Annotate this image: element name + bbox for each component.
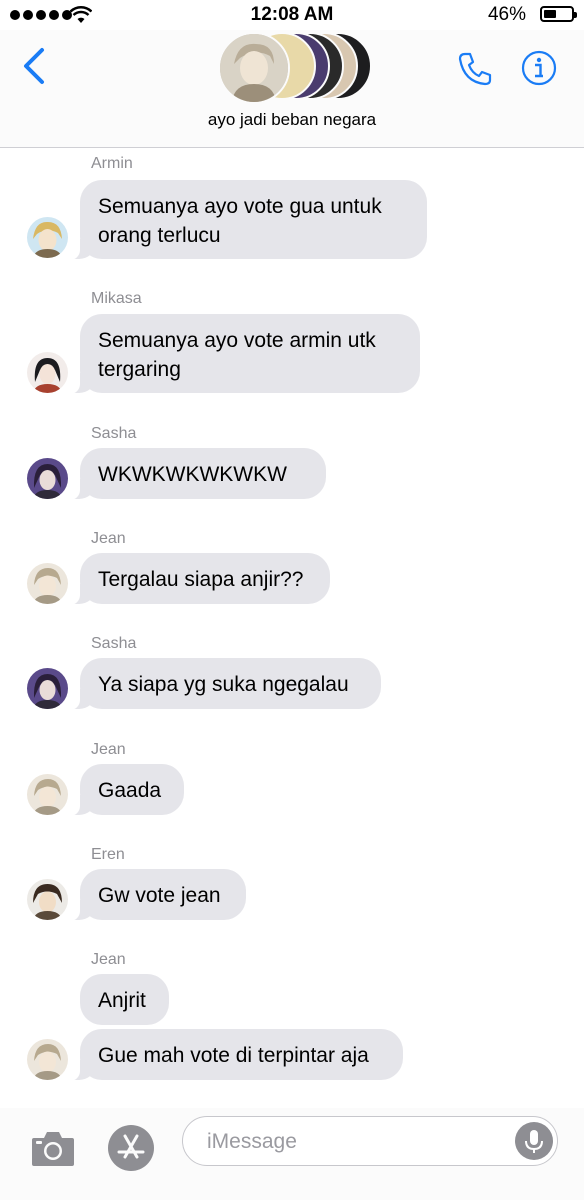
battery-percent: 46%: [487, 4, 526, 25]
microphone-button[interactable]: [515, 1122, 553, 1160]
microphone-icon: [525, 1130, 543, 1153]
avatar[interactable]: [27, 352, 68, 393]
avatar: [218, 32, 290, 104]
message-thread[interactable]: Armin Semuanya ayo vote gua untuk orang …: [0, 148, 584, 1108]
sender-name: Jean: [91, 530, 126, 547]
sender-name: Jean: [91, 741, 126, 758]
message-bubble[interactable]: Anjrit: [80, 974, 169, 1025]
avatar[interactable]: [27, 563, 68, 604]
battery-icon: [540, 6, 577, 22]
group-name[interactable]: ayo jadi beban negara: [0, 110, 584, 130]
chevron-left-icon[interactable]: [18, 46, 52, 86]
avatar[interactable]: [27, 458, 68, 499]
sender-name: Mikasa: [91, 290, 142, 307]
message-bubble[interactable]: Semuanya ayo vote armin utk tergaring: [70, 314, 420, 394]
sender-name: Sasha: [91, 635, 137, 652]
camera-icon[interactable]: [30, 1128, 76, 1168]
phone-icon[interactable]: [456, 50, 494, 88]
status-bar: 12:08 AM 46%: [0, 0, 584, 30]
sender-name: Armin: [91, 155, 133, 172]
avatar[interactable]: [27, 217, 68, 258]
avatar[interactable]: [27, 774, 68, 815]
message-bubble[interactable]: Gw vote jean: [70, 869, 246, 921]
app-store-icon[interactable]: [106, 1124, 156, 1172]
sender-name: Sasha: [91, 425, 137, 442]
message-bubble[interactable]: Tergalau siapa anjir??: [70, 553, 330, 605]
sender-name: Eren: [91, 846, 125, 863]
message-bubble[interactable]: WKWKWKWKWKW: [70, 448, 326, 500]
message-bubble[interactable]: Gaada: [70, 764, 184, 816]
info-icon[interactable]: [521, 50, 557, 86]
message-input-field[interactable]: [182, 1116, 558, 1166]
message-bubble[interactable]: Gue mah vote di terpintar aja: [70, 1029, 403, 1081]
message-input[interactable]: [205, 1126, 489, 1158]
sender-name: Jean: [91, 951, 126, 968]
avatar[interactable]: [27, 668, 68, 709]
avatar[interactable]: [27, 879, 68, 920]
message-bubble[interactable]: Ya siapa yg suka ngegalau: [70, 658, 381, 710]
compose-bar: [0, 1108, 584, 1200]
conversation-header: ayo jadi beban negara: [0, 30, 584, 148]
group-avatar-stack[interactable]: [218, 32, 372, 104]
avatar[interactable]: [27, 1039, 68, 1080]
message-bubble[interactable]: Semuanya ayo vote gua untuk orang terluc…: [70, 180, 427, 260]
